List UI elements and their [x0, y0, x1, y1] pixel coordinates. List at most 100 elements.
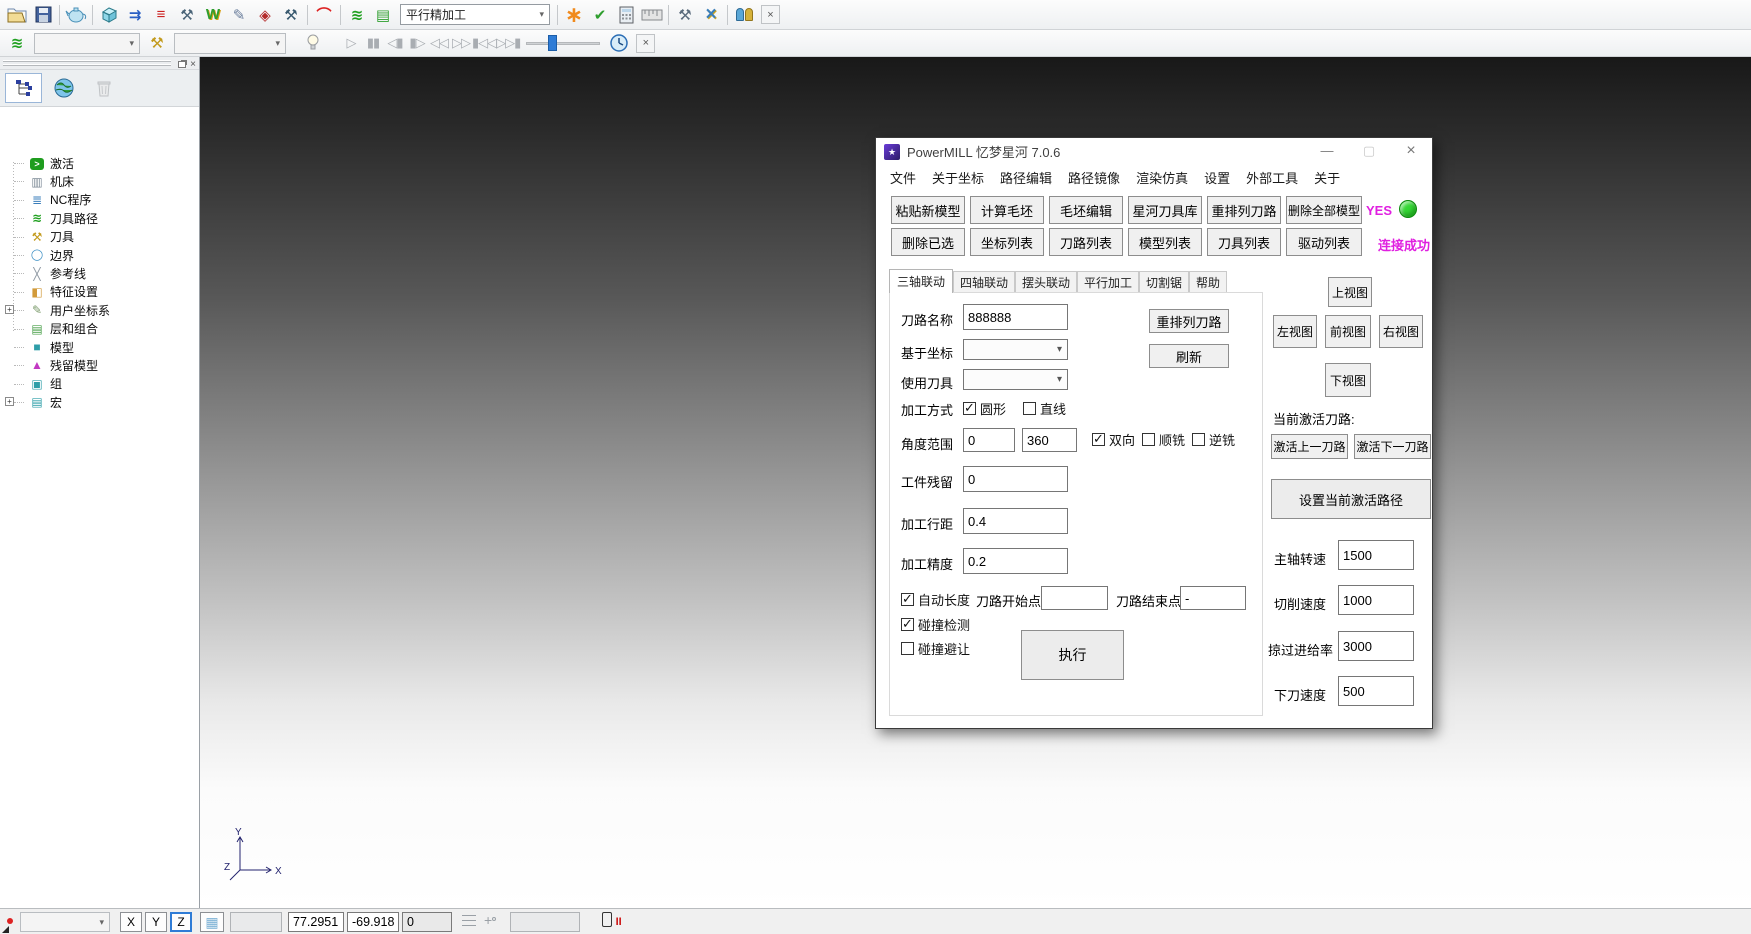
skim-feed-input[interactable] — [1338, 631, 1414, 661]
grid-snap-button[interactable]: ▦ — [200, 912, 224, 932]
end-point-input[interactable] — [1180, 586, 1246, 610]
skip-start-icon[interactable]: ▮◁◁ — [472, 31, 496, 55]
refresh-button[interactable]: 刷新 — [1149, 344, 1229, 368]
tree-item-boundary[interactable]: ◯ 边界 — [5, 246, 198, 264]
tree-item-toolpaths[interactable]: ≋ 刀具路径 — [5, 209, 198, 227]
coord-list-button[interactable]: 坐标列表 — [970, 228, 1044, 256]
menu-coords[interactable]: 关于坐标 — [924, 166, 992, 187]
toolpath-select-dropdown[interactable]: ▾ — [34, 33, 140, 54]
trash-button[interactable] — [85, 73, 122, 103]
toolpath-icon[interactable]: ≋ — [4, 31, 30, 55]
edit-stock-button[interactable]: 毛坯编辑 — [1049, 196, 1123, 224]
tool-block-icon[interactable]: ⚒ — [174, 3, 200, 27]
expand-icon[interactable]: + — [5, 397, 14, 406]
fast-forward-icon[interactable]: ▷▷ — [450, 31, 472, 55]
use-tool-dropdown[interactable]: ▾ — [963, 369, 1068, 390]
tree-item-feature-set[interactable]: ◧ 特征设置 — [5, 283, 198, 301]
ruler-icon[interactable] — [639, 3, 665, 27]
toolbar-close-icon[interactable]: × — [761, 5, 780, 24]
marker-dot-button[interactable] — [4, 912, 18, 932]
axis-x-button[interactable]: X — [120, 912, 142, 932]
tab-3axis[interactable]: 三轴联动 — [889, 269, 953, 293]
calculator-icon[interactable] — [613, 3, 639, 27]
tab-help[interactable]: 帮助 — [1189, 271, 1227, 293]
circle-mode-checkbox[interactable]: 圆形 — [963, 399, 1006, 418]
nc-program-icon[interactable]: ≡ — [148, 3, 174, 27]
tool-holder-icon[interactable]: ⚒ — [278, 3, 304, 27]
tree-item-macros[interactable]: + ▤ 宏 — [5, 393, 198, 411]
menu-path-edit[interactable]: 路径编辑 — [992, 166, 1060, 187]
cylinders-icon[interactable] — [731, 3, 757, 27]
pause-icon[interactable]: ▮▮ — [362, 31, 384, 55]
stepover-input[interactable] — [963, 508, 1068, 534]
menu-path-mirror[interactable]: 路径镜像 — [1060, 166, 1128, 187]
checkbox-icon[interactable] — [1142, 433, 1155, 446]
workplane-axis-icon[interactable]: + — [484, 912, 496, 932]
points-icon[interactable]: ◈ — [252, 3, 278, 27]
start-point-input[interactable] — [1041, 586, 1108, 610]
menu-render-sim[interactable]: 渲染仿真 — [1128, 166, 1196, 187]
menu-about[interactable]: 关于 — [1306, 166, 1348, 187]
stock-remain-input[interactable] — [963, 466, 1068, 492]
coord-list-icon[interactable] — [462, 915, 476, 929]
tree-item-activate[interactable]: > 激活 — [5, 154, 198, 172]
checkbox-icon[interactable] — [1192, 433, 1205, 446]
tree-item-machine[interactable]: ▥ 机床 — [5, 172, 198, 190]
axis-y-button[interactable]: Y — [145, 912, 167, 932]
save-icon[interactable] — [30, 3, 56, 27]
paste-model-button[interactable]: 粘贴新模型 — [891, 196, 965, 224]
based-coord-dropdown[interactable]: ▾ — [963, 339, 1068, 360]
tree-item-pattern[interactable]: ╳ 参考线 — [5, 264, 198, 282]
checkbox-icon[interactable] — [963, 402, 976, 415]
menu-file[interactable]: 文件 — [882, 166, 924, 187]
tree-item-workplanes[interactable]: + ✎ 用户坐标系 — [5, 301, 198, 319]
tree-item-models[interactable]: ■ 模型 — [5, 338, 198, 356]
tab-4axis[interactable]: 四轴联动 — [953, 271, 1015, 293]
activate-next-button[interactable]: 激活下一刀路 — [1354, 434, 1431, 459]
activate-prev-button[interactable]: 激活上一刀路 — [1271, 434, 1348, 459]
tab-saw[interactable]: 切割锯 — [1139, 271, 1189, 293]
tool-list-button[interactable]: 刀具列表 — [1207, 228, 1281, 256]
explorer-tree-button[interactable] — [5, 73, 42, 103]
tree-item-stock-models[interactable]: ▲ 残留模型 — [5, 356, 198, 374]
checkbox-icon[interactable] — [901, 593, 914, 606]
expand-icon[interactable]: + — [5, 305, 14, 314]
tree-item-levels[interactable]: ▤ 层和组合 — [5, 320, 198, 338]
strategy-list-icon[interactable]: ▤ — [370, 3, 396, 27]
conventional-mill-checkbox[interactable]: 逆铣 — [1192, 430, 1235, 449]
status-item-dropdown[interactable]: ▾ — [20, 912, 110, 932]
tab-swivel-head[interactable]: 摆头联动 — [1015, 271, 1077, 293]
angle-to-input[interactable] — [1022, 428, 1077, 452]
panel-grip[interactable]: × — [0, 57, 199, 70]
delete-selected-button[interactable]: 删除已选 — [891, 228, 965, 256]
globe-button[interactable] — [45, 73, 82, 103]
bidirectional-checkbox[interactable]: 双向 — [1092, 430, 1135, 449]
plunge-speed-input[interactable] — [1338, 676, 1414, 706]
play-icon[interactable]: ▷ — [340, 31, 362, 55]
close-panel-icon[interactable]: × — [190, 59, 196, 70]
block-icon[interactable] — [96, 3, 122, 27]
slider-handle[interactable] — [548, 35, 557, 51]
simulation-speed-slider[interactable] — [526, 34, 600, 52]
strategy-dropdown[interactable]: 平行精加工 ▾ — [400, 4, 550, 25]
auto-length-checkbox[interactable]: 自动长度 — [901, 590, 970, 609]
tool-icon[interactable]: ⚒ — [144, 31, 170, 55]
lightbulb-icon[interactable] — [300, 31, 326, 55]
checkbox-icon[interactable] — [1023, 402, 1036, 415]
skip-end-icon[interactable]: ▷▷▮ — [496, 31, 520, 55]
checkbox-icon[interactable] — [1092, 433, 1105, 446]
tab-parallel[interactable]: 平行加工 — [1077, 271, 1139, 293]
collision-avoid-checkbox[interactable]: 碰撞避让 — [901, 639, 970, 658]
teapot-icon[interactable] — [63, 3, 89, 27]
toolpath-list-button[interactable]: 刀路列表 — [1049, 228, 1123, 256]
axis-z-button[interactable]: Z — [170, 912, 192, 932]
checkbox-icon[interactable] — [901, 618, 914, 631]
execute-button[interactable]: 执行 — [1021, 630, 1124, 680]
model-list-button[interactable]: 模型列表 — [1128, 228, 1202, 256]
close-button[interactable]: × — [1390, 138, 1432, 165]
menu-settings[interactable]: 设置 — [1196, 166, 1238, 187]
angle-from-input[interactable] — [963, 428, 1015, 452]
collision-check-checkbox[interactable]: 碰撞检测 — [901, 615, 970, 634]
tool-verify-icon[interactable]: ✔ — [587, 3, 613, 27]
tree-item-nc-program[interactable]: ≣ NC程序 — [5, 191, 198, 209]
